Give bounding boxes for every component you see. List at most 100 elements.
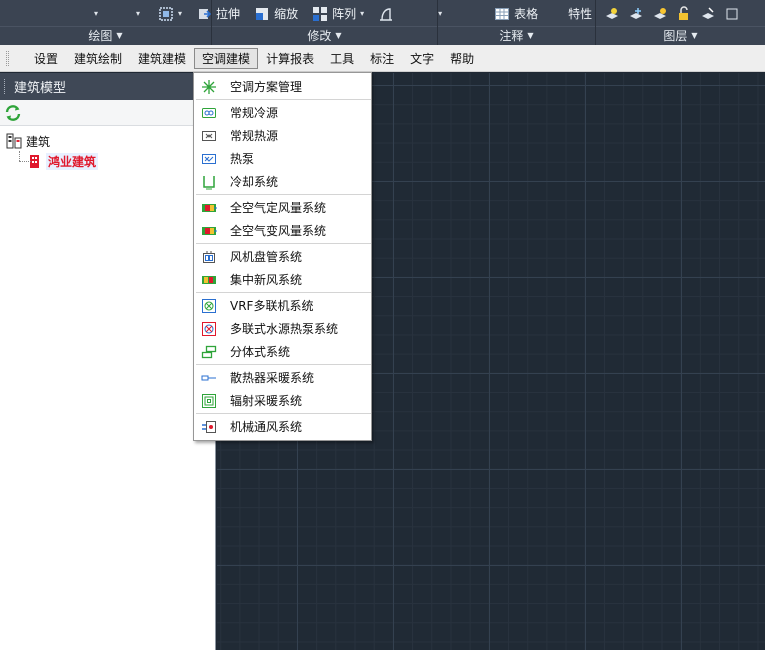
ribbon-group-annotation-label: 注释 bbox=[499, 28, 524, 43]
ribbon-group-draw-label: 绘图 bbox=[88, 28, 113, 43]
dropdown-menu-item-label: VRF多联机系统 bbox=[230, 299, 314, 313]
dropdown-menu-item[interactable]: 空调方案管理 bbox=[194, 75, 371, 98]
layer-match-icon[interactable] bbox=[700, 6, 716, 22]
ribbon: ▾ ▾ ▾ 拉伸 缩放 阵列 ▾ ▾ 表格 特性 绘图 ▼ 修改 ▼ 注释 ▼ … bbox=[0, 0, 765, 45]
dropdown-menu-item-label: 常规热源 bbox=[230, 129, 279, 143]
refresh-icon[interactable] bbox=[4, 104, 22, 122]
menu-text[interactable]: 文字 bbox=[402, 48, 442, 69]
building-tree: 建筑 鸿业建筑 bbox=[0, 126, 215, 171]
dropdown-menu-item-label: 风机盘管系统 bbox=[230, 250, 303, 264]
dropdown-menu-item-label: 分体式系统 bbox=[230, 345, 291, 359]
dropdown-menu-item-label: 全空气定风量系统 bbox=[230, 201, 327, 215]
split-unit-icon bbox=[200, 344, 218, 360]
ribbon-annotation-dropdown[interactable]: ▾ bbox=[434, 2, 446, 26]
panel-grip[interactable] bbox=[4, 79, 7, 94]
ribbon-group-draw[interactable]: 绘图 ▼ bbox=[0, 26, 211, 43]
layer-lock-icon[interactable] bbox=[676, 5, 692, 22]
ribbon-region-button[interactable]: ▾ bbox=[154, 2, 186, 26]
dropdown-menu-item[interactable]: 辐射采暖系统 bbox=[194, 389, 371, 412]
ribbon-group-modify-label: 修改 bbox=[307, 28, 332, 43]
panel-header[interactable]: 建筑模型 bbox=[0, 73, 215, 100]
properties-button[interactable]: 特性 bbox=[564, 2, 596, 26]
chevron-down-icon: ▼ bbox=[116, 30, 123, 40]
dropdown-menu-item-label: 机械通风系统 bbox=[230, 420, 303, 434]
layer-sun-icon[interactable] bbox=[652, 6, 668, 22]
menu-bar: 设置 建筑绘制 建筑建模 空调建模 计算报表 工具 标注 文字 帮助 bbox=[0, 45, 765, 72]
menu-hvac-model[interactable]: 空调建模 bbox=[194, 47, 259, 69]
ribbon-group-modify[interactable]: 修改 ▼ bbox=[212, 26, 437, 43]
menu-help[interactable]: 帮助 bbox=[442, 48, 482, 69]
ribbon-draw-dropdown[interactable]: ▾ bbox=[90, 2, 102, 26]
menu-architecture-draw[interactable]: 建筑绘制 bbox=[66, 48, 130, 69]
dropdown-menu-item[interactable]: 全空气定风量系统 bbox=[194, 196, 371, 219]
snowflake-icon bbox=[200, 79, 218, 95]
menu-separator bbox=[196, 364, 371, 365]
hvac-model-dropdown: 空调方案管理常规冷源常规热源热泵冷却系统全空气定风量系统全空气变风量系统风机盘管… bbox=[193, 72, 372, 441]
scale-button[interactable]: 缩放 bbox=[250, 2, 302, 26]
tree-item-root[interactable]: 建筑 bbox=[6, 131, 215, 161]
chevron-down-icon: ▼ bbox=[335, 30, 342, 40]
menu-separator bbox=[196, 243, 371, 244]
menu-annotate[interactable]: 标注 bbox=[362, 48, 402, 69]
tree-item-child[interactable]: 鸿业建筑 bbox=[6, 151, 215, 171]
menu-calc-report[interactable]: 计算报表 bbox=[258, 48, 322, 69]
layer-more-icon[interactable] bbox=[724, 6, 740, 22]
chevron-down-icon: ▾ bbox=[360, 9, 365, 18]
menubar-grip[interactable] bbox=[6, 51, 9, 66]
building-model-panel: 建筑模型 建筑 鸿业建筑 bbox=[0, 73, 216, 650]
dropdown-menu-item-label: 冷却系统 bbox=[230, 175, 279, 189]
region-icon bbox=[158, 6, 174, 22]
cooling-system-icon bbox=[200, 174, 218, 190]
air-unit-icon bbox=[200, 200, 218, 216]
panel-title: 建筑模型 bbox=[14, 81, 67, 96]
dropdown-menu-item-label: 空调方案管理 bbox=[230, 80, 303, 94]
water-heat-pump-icon bbox=[200, 321, 218, 337]
vrf-icon bbox=[200, 298, 218, 314]
table-button[interactable]: 表格 bbox=[490, 2, 542, 26]
ribbon-group-layers-label: 图层 bbox=[663, 28, 688, 43]
heat-pump-icon bbox=[200, 151, 218, 167]
menu-separator bbox=[196, 99, 371, 100]
dropdown-menu-item[interactable]: 常规冷源 bbox=[194, 101, 371, 124]
tree-child-label: 鸿业建筑 bbox=[46, 152, 99, 170]
layer-on-icon[interactable] bbox=[604, 6, 620, 22]
ribbon-misc-button[interactable] bbox=[374, 2, 398, 26]
ribbon-group-layers[interactable]: 图层 ▼ bbox=[596, 26, 765, 43]
chevron-down-icon: ▾ bbox=[136, 9, 141, 18]
ribbon-group-annotation[interactable]: 注释 ▼ bbox=[438, 26, 595, 43]
dropdown-menu-item[interactable]: 风机盘管系统 bbox=[194, 245, 371, 268]
dropdown-menu-item[interactable]: 冷却系统 bbox=[194, 170, 371, 193]
layer-tools[interactable] bbox=[600, 2, 744, 26]
dropdown-menu-item[interactable]: 全空气变风量系统 bbox=[194, 219, 371, 242]
menu-tools[interactable]: 工具 bbox=[322, 48, 362, 69]
radiator-icon bbox=[200, 370, 218, 386]
dropdown-menu-item[interactable]: 机械通风系统 bbox=[194, 415, 371, 438]
dropdown-menu-item-label: 散热器采暖系统 bbox=[230, 371, 315, 385]
layer-freeze-icon[interactable] bbox=[628, 6, 644, 22]
menu-settings[interactable]: 设置 bbox=[26, 48, 66, 69]
chevron-down-icon: ▾ bbox=[178, 9, 183, 18]
dropdown-menu-item-label: 多联式水源热泵系统 bbox=[230, 322, 339, 336]
cold-source-icon bbox=[200, 105, 218, 121]
dropdown-menu-item[interactable]: 热泵 bbox=[194, 147, 371, 170]
stretch-icon bbox=[196, 6, 212, 22]
air-unit-icon bbox=[200, 223, 218, 239]
menu-architecture-model[interactable]: 建筑建模 bbox=[130, 48, 194, 69]
dropdown-menu-item[interactable]: VRF多联机系统 bbox=[194, 294, 371, 317]
panel-toolbar bbox=[0, 100, 215, 126]
scale-label: 缩放 bbox=[274, 7, 299, 21]
array-button[interactable]: 阵列 ▾ bbox=[308, 2, 368, 26]
stretch-button[interactable]: 拉伸 bbox=[192, 2, 244, 26]
tree-connector bbox=[19, 161, 31, 162]
ribbon-draw-dropdown-2[interactable]: ▾ bbox=[132, 2, 144, 26]
heat-source-icon bbox=[200, 128, 218, 144]
chevron-down-icon: ▼ bbox=[691, 30, 698, 40]
chevron-down-icon: ▾ bbox=[94, 9, 99, 18]
menu-separator bbox=[196, 292, 371, 293]
dropdown-menu-item[interactable]: 多联式水源热泵系统 bbox=[194, 317, 371, 340]
dropdown-menu-item[interactable]: 散热器采暖系统 bbox=[194, 366, 371, 389]
dropdown-menu-item[interactable]: 常规热源 bbox=[194, 124, 371, 147]
menu-separator bbox=[196, 194, 371, 195]
dropdown-menu-item[interactable]: 分体式系统 bbox=[194, 340, 371, 363]
dropdown-menu-item[interactable]: 集中新风系统 bbox=[194, 268, 371, 291]
